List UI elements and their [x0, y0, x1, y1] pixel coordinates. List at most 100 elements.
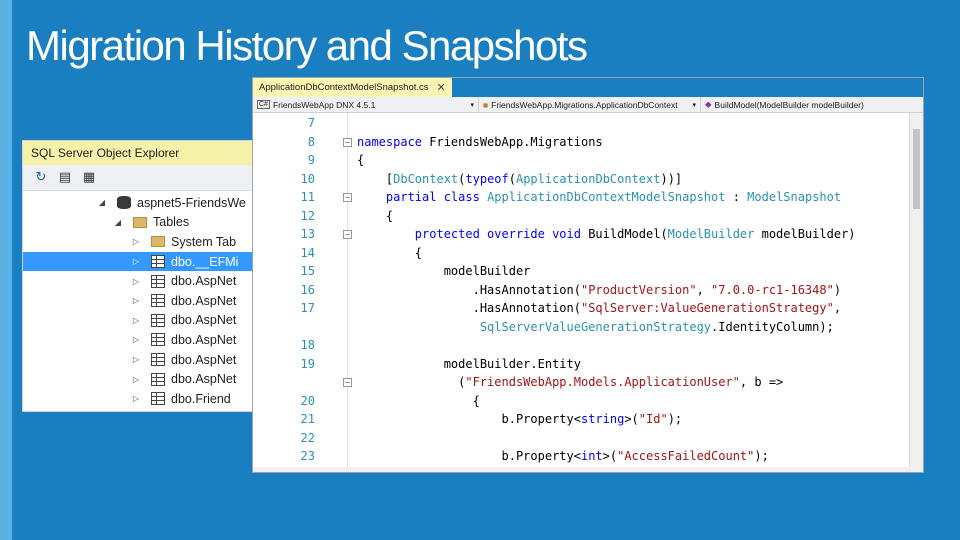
tree-node-label: aspnet5-FriendsWe	[137, 195, 246, 210]
tree-node[interactable]: ▷ System Tab	[23, 232, 253, 252]
project-dropdown[interactable]: C# FriendsWebApp DNX 4.5.1 ▾	[253, 96, 479, 113]
line-number: 17	[300, 301, 315, 316]
line-number: 14	[300, 245, 315, 260]
expand-arrow-icon[interactable]: ▷	[131, 355, 141, 364]
table-icon	[151, 255, 165, 269]
code-text: {	[357, 153, 364, 167]
tree-node-label: dbo.AspNet	[171, 332, 237, 347]
line-number: 22	[300, 430, 315, 445]
tree-node[interactable]: ▷ dbo.Friend	[23, 389, 253, 409]
code-text: .HasAnnotation("ProductVersion", "7.0.0-…	[357, 283, 841, 297]
code-line: 11 − partial class ApplicationDbContextMo…	[253, 188, 903, 207]
new-query-icon[interactable]: ▦	[81, 170, 97, 185]
member-dropdown[interactable]: ◆ BuildModel(ModelBuilder modelBuilder)	[701, 97, 923, 113]
collapse-icon[interactable]: −	[343, 230, 352, 239]
tree-node[interactable]: ▷ dbo.__EFMi	[23, 251, 253, 272]
tree-node[interactable]: ▷ dbo.AspNet	[23, 350, 253, 370]
collapse-icon[interactable]: −	[343, 378, 352, 387]
object-explorer-title: SQL Server Object Explorer	[23, 141, 253, 165]
line-number: 13	[300, 227, 315, 242]
class-dropdown[interactable]: ■ FriendsWebApp.Migrations.ApplicationDb…	[479, 96, 701, 113]
expand-arrow-icon[interactable]: ▷	[131, 335, 141, 344]
code-token: ModelSnapshot	[747, 190, 842, 205]
expand-arrow-icon[interactable]: ▷	[131, 296, 141, 305]
table-icon	[151, 392, 165, 406]
tree-node[interactable]: ▷ dbo.AspNet	[23, 369, 253, 389]
tree-node[interactable]: ▷ dbo.AspNet	[23, 271, 253, 291]
code-token: ,	[833, 301, 842, 316]
code-token: "7.0.0-rc1-16348"	[711, 282, 834, 297]
line-number: 19	[300, 356, 315, 371]
horizontal-scrollbar[interactable]	[253, 467, 923, 472]
tree-node-label: dbo.AspNet	[171, 372, 237, 387]
code-line: 9{	[253, 151, 903, 170]
code-token: "ProductVersion"	[580, 282, 697, 297]
collapse-icon[interactable]: −	[343, 137, 352, 147]
code-token: "FriendsWebApp.Models.ApplicationUser"	[465, 375, 740, 390]
code-token: SqlServerValueGenerationStrategy	[479, 319, 712, 334]
line-number: 11	[300, 190, 315, 205]
code-token: "AccessFailedCount"	[617, 449, 755, 464]
code-editor-window: ApplicationDbContextModelSnapshot.cs ✕ C…	[252, 77, 924, 473]
filter-icon[interactable]: ▤	[57, 170, 73, 185]
code-token: ApplicationDbContext	[515, 171, 661, 186]
collapse-icon[interactable]: −	[343, 193, 352, 202]
code-token: (	[357, 375, 466, 390]
line-number: 12	[300, 208, 315, 223]
expand-arrow-icon[interactable]: ▷	[131, 316, 141, 325]
code-token: {	[357, 245, 423, 260]
navigation-bar: C# FriendsWebApp DNX 4.5.1 ▾ ■ FriendsWe…	[253, 96, 923, 113]
tree-node[interactable]: ▷ dbo.AspNet	[23, 311, 253, 331]
expand-arrow-icon[interactable]: ▷	[131, 375, 141, 384]
code-token: typeof	[465, 171, 509, 186]
tree-node-label: dbo.AspNet	[171, 274, 237, 289]
table-icon	[151, 294, 165, 308]
code-token: string	[580, 412, 625, 427]
folder-icon	[151, 236, 165, 248]
code-text: {	[357, 246, 422, 260]
tree-node[interactable]: ◢ Tables	[23, 213, 253, 233]
line-number: 20	[300, 393, 315, 408]
database-icon	[117, 196, 131, 210]
code-line: 17 .HasAnnotation("SqlServer:ValueGenera…	[253, 299, 915, 318]
code-text: {	[357, 394, 480, 408]
tree-node[interactable]: ▷ dbo.AspNet	[23, 330, 253, 350]
code-line: 10 [DbContext(typeof(ApplicationDbContex…	[253, 170, 903, 189]
code-area[interactable]: 7 8− namespace FriendsWebApp.Migrations 9{1…	[253, 113, 923, 470]
code-line: 20 {	[253, 392, 903, 411]
expand-arrow-icon[interactable]: ▷	[131, 394, 141, 403]
line-number: 16	[300, 282, 315, 297]
code-token: .HasAnnotation(	[357, 282, 581, 297]
table-icon	[151, 333, 165, 347]
code-line: 23 b.Property<int>("AccessFailedCount");	[253, 447, 903, 466]
code-text: .HasAnnotation("SqlServer:ValueGeneratio…	[357, 301, 841, 315]
expand-arrow-icon[interactable]: ▷	[131, 257, 141, 266]
tree-node[interactable]: ◢ aspnet5-FriendsWe	[23, 193, 253, 213]
code-line: 16 .HasAnnotation("ProductVersion", "7.0…	[253, 281, 903, 300]
line-number: 18	[300, 338, 315, 353]
expand-arrow-icon[interactable]: ▷	[131, 277, 141, 286]
code-token: , b =>	[739, 375, 784, 390]
tree-node-label: System Tab	[171, 234, 237, 249]
csharp-project-icon: C#	[257, 100, 270, 109]
code-token: >(	[624, 412, 639, 427]
expanded-arrow-icon[interactable]: ◢	[113, 218, 123, 227]
chevron-down-icon: ▾	[470, 101, 474, 109]
tree-node[interactable]: ▷ dbo.AspNet	[23, 291, 253, 311]
code-token: {	[357, 393, 480, 408]
scrollbar-thumb[interactable]	[913, 129, 920, 209]
code-token: "Id"	[638, 412, 668, 427]
refresh-icon[interactable]: ↻	[33, 170, 49, 185]
expanded-arrow-icon[interactable]: ◢	[97, 198, 107, 207]
tree-node-label: dbo.__EFMi	[171, 254, 239, 269]
code-token: modelBuilder)	[754, 227, 856, 242]
tab-model-snapshot[interactable]: ApplicationDbContextModelSnapshot.cs ✕	[253, 78, 452, 97]
line-number: 10	[300, 171, 315, 186]
folder-icon	[133, 216, 147, 228]
vertical-scrollbar[interactable]	[909, 113, 923, 470]
close-icon[interactable]: ✕	[437, 81, 446, 94]
line-number: 8	[307, 134, 315, 149]
expand-arrow-icon[interactable]: ▷	[131, 237, 141, 246]
table-icon	[151, 274, 165, 288]
